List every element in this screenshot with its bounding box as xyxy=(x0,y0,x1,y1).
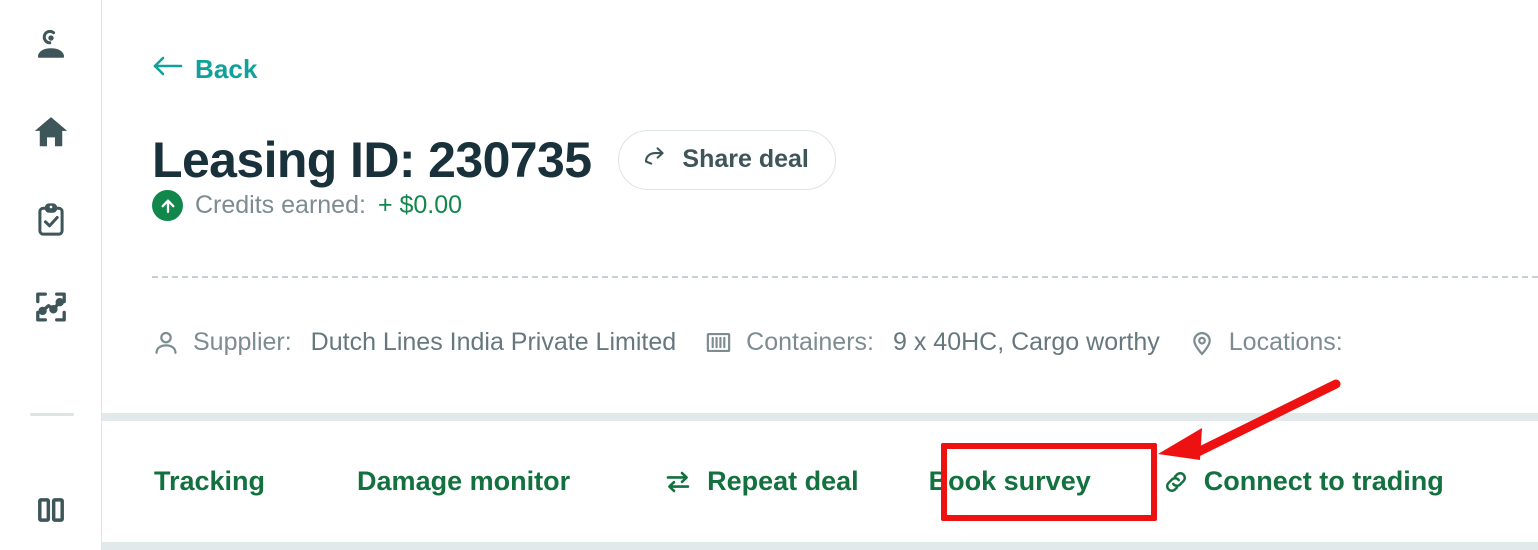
meta-locations-label: Locations: xyxy=(1228,328,1343,356)
meta-containers-value: 9 x 40HC, Cargo worthy xyxy=(893,328,1160,356)
deal-meta-row: Supplier: Dutch Lines India Private Limi… xyxy=(152,328,1390,357)
bottom-edge-bar xyxy=(102,542,1538,550)
account-icon xyxy=(32,26,70,64)
sidebar-item-account[interactable] xyxy=(0,22,102,68)
back-label: Back xyxy=(195,54,258,84)
panel-separator xyxy=(102,413,1538,421)
meta-supplier-label: Supplier: xyxy=(193,328,292,356)
action-repeat-deal[interactable]: Repeat deal xyxy=(660,456,861,507)
action-damage-monitor[interactable]: Damage monitor xyxy=(355,456,572,507)
back-link[interactable]: Back xyxy=(152,54,258,85)
action-book-survey-label: Book survey xyxy=(928,466,1091,496)
action-repeat-deal-label: Repeat deal xyxy=(707,466,859,496)
action-connect-trading-label: Connect to trading xyxy=(1203,466,1444,496)
location-pin-icon xyxy=(1188,329,1216,357)
sidebar-item-home[interactable] xyxy=(0,109,102,155)
meta-containers: Containers: 9 x 40HC, Cargo worthy xyxy=(704,328,1160,357)
person-icon xyxy=(152,329,180,357)
link-chain-icon xyxy=(1161,468,1191,496)
container-icon xyxy=(704,328,733,357)
credits-value: + $0.00 xyxy=(377,191,463,219)
action-damage-monitor-label: Damage monitor xyxy=(357,466,571,496)
main-content: Back Leasing ID: 230735 Share deal Credi… xyxy=(102,0,1538,550)
sidebar-collapse-toggle[interactable] xyxy=(0,487,102,533)
share-arrow-icon xyxy=(643,144,671,175)
swap-arrows-icon xyxy=(662,468,694,496)
deal-header-panel: Back Leasing ID: 230735 Share deal Credi… xyxy=(102,0,1538,421)
clipboard-check-icon xyxy=(33,202,69,238)
credits-earned-row: Credits earned: + $0.00 xyxy=(152,190,462,221)
share-deal-label: Share deal xyxy=(682,144,809,173)
meta-supplier-value: Dutch Lines India Private Limited xyxy=(310,328,677,356)
analytics-chart-icon xyxy=(33,289,69,325)
meta-locations: Locations: xyxy=(1188,328,1362,357)
sidebar xyxy=(0,0,102,550)
deal-action-bar: Tracking Damage monitor Repeat deal Book… xyxy=(102,421,1538,542)
app-root: Back Leasing ID: 230735 Share deal Credi… xyxy=(0,0,1538,550)
home-icon xyxy=(32,113,70,151)
page-title: Leasing ID: 230735 xyxy=(152,131,592,188)
action-connect-to-trading[interactable]: Connect to trading xyxy=(1159,456,1446,507)
sidebar-item-tasks[interactable] xyxy=(0,197,102,243)
section-divider xyxy=(152,276,1538,278)
panel-toggle-icon xyxy=(35,494,67,526)
arrow-left-icon xyxy=(152,54,183,85)
sidebar-item-analytics[interactable] xyxy=(0,284,102,330)
sidebar-divider xyxy=(30,413,74,416)
arrow-up-circle-icon xyxy=(152,190,183,221)
meta-supplier: Supplier: Dutch Lines India Private Limi… xyxy=(152,328,676,357)
credits-label: Credits earned: xyxy=(195,191,366,219)
action-book-survey[interactable]: Book survey xyxy=(927,456,1093,507)
action-tracking[interactable]: Tracking xyxy=(152,456,267,507)
share-deal-button[interactable]: Share deal xyxy=(618,129,836,190)
meta-containers-label: Containers: xyxy=(746,328,874,356)
action-tracking-label: Tracking xyxy=(154,466,266,496)
